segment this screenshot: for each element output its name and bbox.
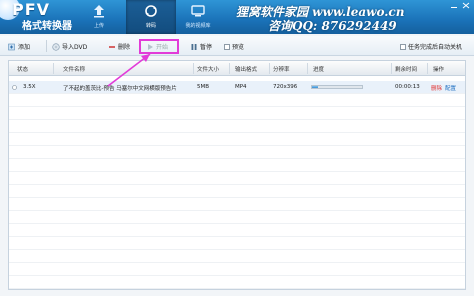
empty-row bbox=[9, 94, 465, 107]
header-action: 操作 bbox=[433, 67, 445, 73]
empty-row bbox=[9, 263, 465, 276]
empty-row bbox=[9, 237, 465, 250]
auto-shutdown-checkbox[interactable] bbox=[400, 43, 406, 50]
row-resolution: 720x396 bbox=[273, 84, 298, 90]
minimize-icon[interactable] bbox=[450, 2, 458, 9]
delete-button[interactable]: 删除 bbox=[108, 41, 130, 52]
library-icon bbox=[191, 5, 205, 17]
row-size: 5MB bbox=[197, 84, 210, 90]
convert-icon bbox=[145, 5, 157, 17]
dvd-icon bbox=[52, 42, 60, 51]
empty-row bbox=[9, 250, 465, 263]
app-subtitle: 格式转换器 bbox=[22, 21, 72, 32]
nav-library[interactable]: 我的视频库 bbox=[170, 0, 226, 34]
import-dvd-label: 导入DVD bbox=[62, 44, 88, 51]
add-button[interactable]: 添加 bbox=[8, 41, 30, 52]
auto-shutdown-toggle[interactable]: 任务完成后自动关机 bbox=[400, 41, 462, 52]
nav-convert-label: 转码 bbox=[145, 23, 156, 29]
empty-row bbox=[9, 224, 465, 237]
delete-label: 删除 bbox=[118, 44, 131, 51]
header-filename: 文件名称 bbox=[63, 67, 86, 73]
add-icon bbox=[8, 43, 15, 50]
row-status: 3.5X bbox=[23, 84, 36, 90]
start-highlight-box bbox=[139, 39, 179, 54]
task-table: 状态 文件名称 文件大小 输出格式 分辨率 进度 剩余时间 操作 3.5X 了不… bbox=[8, 60, 466, 290]
nav-upload[interactable]: 上传 bbox=[74, 0, 124, 34]
add-label: 添加 bbox=[18, 44, 31, 51]
window-controls bbox=[450, 2, 470, 9]
row-remaining: 00:00:13 bbox=[395, 84, 420, 90]
header-divider bbox=[269, 63, 270, 74]
nav-library-label: 我的视频库 bbox=[185, 23, 211, 29]
pause-icon bbox=[191, 43, 197, 50]
empty-row bbox=[9, 146, 465, 159]
empty-row bbox=[9, 172, 465, 185]
header-divider bbox=[193, 63, 194, 74]
pause-button[interactable]: 暂停 bbox=[190, 41, 212, 52]
header-remaining: 剩余时间 bbox=[395, 67, 418, 73]
preview-checkbox[interactable] bbox=[224, 43, 230, 50]
empty-row bbox=[9, 133, 465, 146]
app-header: PFV 格式转换器 上传 转码 我的视频库 狸窝软件家园 www.leawo.c… bbox=[0, 0, 474, 34]
row-progress-fill bbox=[312, 86, 318, 88]
header-divider bbox=[307, 63, 308, 74]
brand-contact: 咨询QQ: 876292449 bbox=[268, 19, 397, 33]
header-resolution: 分辨率 bbox=[273, 67, 290, 73]
row-delete-link[interactable]: 删除 bbox=[431, 84, 442, 92]
nav-convert[interactable]: 转码 bbox=[126, 0, 176, 34]
row-config-link[interactable]: 配置 bbox=[445, 84, 456, 92]
upload-icon bbox=[94, 5, 104, 18]
table-header: 状态 文件名称 文件大小 输出格式 分辨率 进度 剩余时间 操作 bbox=[9, 61, 465, 76]
empty-row bbox=[9, 107, 465, 120]
header-progress: 进度 bbox=[313, 67, 325, 73]
table-row[interactable]: 3.5X 了不起的盖茨比-预告 马塞尔中文网横版预告片 5MB MP4 720x… bbox=[9, 81, 465, 94]
toolbar-divider bbox=[46, 40, 47, 52]
empty-row bbox=[9, 159, 465, 172]
row-format: MP4 bbox=[235, 84, 247, 90]
close-icon[interactable] bbox=[462, 2, 470, 9]
preview-toggle[interactable]: 预览 bbox=[224, 41, 244, 52]
header-divider bbox=[229, 63, 230, 74]
toolbar: 添加 导入DVD 删除 开始 暂停 预览 任务完成后自动关机 bbox=[0, 36, 474, 56]
nav-upload-label: 上传 bbox=[93, 23, 104, 29]
delete-icon bbox=[109, 45, 115, 48]
preview-label: 预览 bbox=[232, 44, 245, 51]
header-status: 状态 bbox=[17, 67, 29, 73]
header-size: 文件大小 bbox=[197, 67, 220, 73]
header-divider bbox=[391, 63, 392, 74]
status-icon bbox=[12, 85, 17, 90]
empty-row bbox=[9, 198, 465, 211]
row-progress-bar bbox=[311, 85, 363, 89]
import-dvd-button[interactable]: 导入DVD bbox=[52, 41, 87, 52]
empty-row bbox=[9, 276, 465, 289]
header-divider bbox=[53, 63, 54, 74]
pause-label: 暂停 bbox=[200, 44, 213, 51]
empty-row bbox=[9, 120, 465, 133]
header-divider bbox=[427, 63, 428, 74]
empty-row bbox=[9, 185, 465, 198]
header-format: 输出格式 bbox=[235, 67, 258, 73]
empty-row bbox=[9, 211, 465, 224]
row-filename: 了不起的盖茨比-预告 马塞尔中文网横版预告片 bbox=[63, 86, 177, 92]
auto-shutdown-label: 任务完成后自动关机 bbox=[408, 44, 463, 51]
